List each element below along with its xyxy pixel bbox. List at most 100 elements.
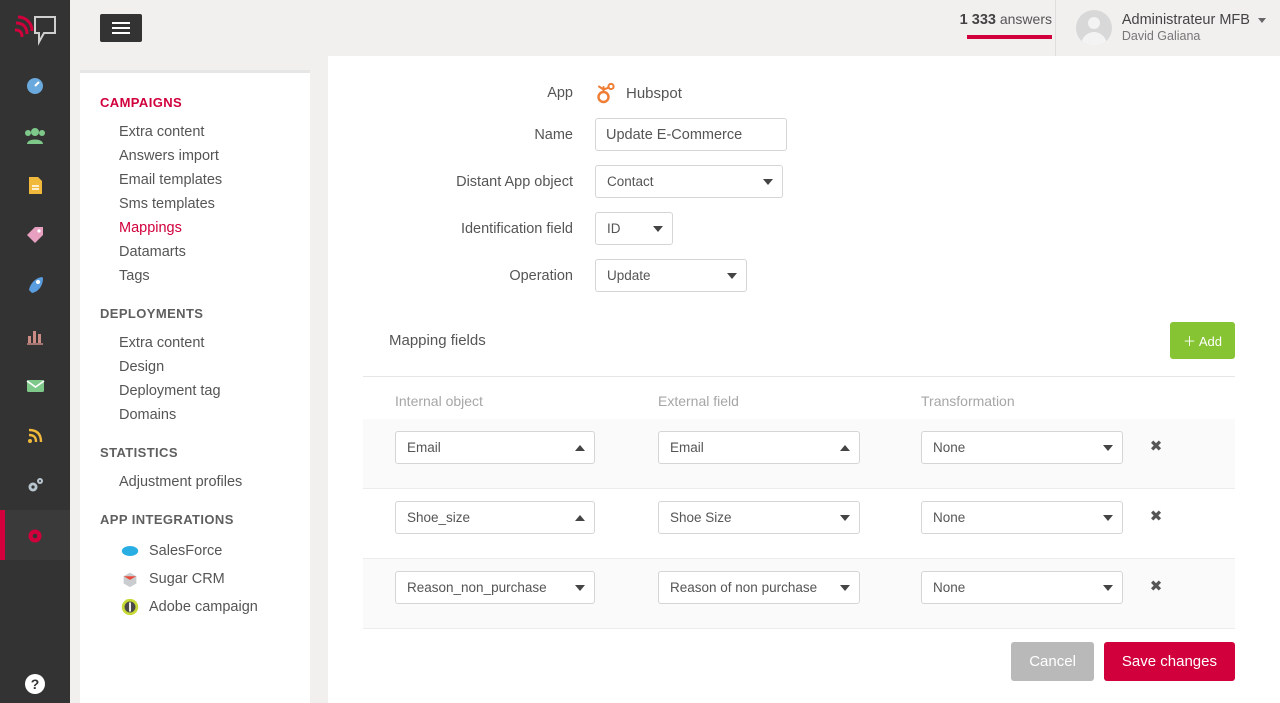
- rail-item-statistics[interactable]: [0, 310, 70, 360]
- close-x-icon: ✖: [1149, 438, 1163, 455]
- nav-item-mappings[interactable]: Mappings: [80, 216, 310, 240]
- nav-item-adjustment-profiles[interactable]: Adjustment profiles: [80, 470, 310, 494]
- remove-mapping-row-button[interactable]: ✖: [1126, 571, 1186, 595]
- mapping-row: Shoe_size Shoe Size None ✖: [363, 489, 1235, 559]
- field-row-operation: Operation Update: [363, 259, 1235, 292]
- user-subtitle: David Galiana: [1121, 29, 1201, 44]
- chevron-down-icon: [1103, 584, 1113, 591]
- nav-group: APP INTEGRATIONS SalesForce Sugar CRM Adobe…: [80, 512, 310, 621]
- hamburger-icon: [112, 27, 130, 29]
- nav-item-extra-content[interactable]: Extra content: [80, 120, 310, 144]
- nav-item-sms-templates[interactable]: Sms templates: [80, 192, 310, 216]
- rail-item-dashboard[interactable]: [0, 60, 70, 110]
- name-input[interactable]: [595, 118, 787, 151]
- chevron-down-icon: [840, 584, 850, 591]
- nav-item-domains[interactable]: Domains: [80, 403, 310, 427]
- tags-icon: [27, 227, 43, 243]
- field-row-name: Name: [363, 118, 1235, 151]
- document-icon: [29, 177, 42, 194]
- mapping-fields-title: Mapping fields: [389, 332, 486, 349]
- distant-app-object-value: Contact: [607, 174, 654, 189]
- mapping-cell-internal-object: Shoe_size: [395, 501, 658, 534]
- identification-field-select[interactable]: ID: [595, 212, 673, 245]
- people-group-icon: [25, 128, 45, 144]
- help-button[interactable]: ?: [0, 673, 70, 695]
- transformation-value: None: [933, 510, 966, 525]
- field-row-distant-app-object: Distant App object Contact: [363, 165, 1235, 198]
- remove-mapping-row-button[interactable]: ✖: [1126, 431, 1186, 455]
- nav-item-deployment-tag[interactable]: Deployment tag: [80, 379, 310, 403]
- rail-item-contacts[interactable]: [0, 110, 70, 160]
- internal-object-select[interactable]: Shoe_size: [395, 501, 595, 534]
- chevron-down-icon: [1103, 444, 1113, 451]
- save-changes-button[interactable]: Save changes: [1103, 642, 1235, 681]
- chevron-down-icon: [727, 272, 737, 279]
- rail-item-documents[interactable]: [0, 160, 70, 210]
- column-header-internal-object: Internal object: [395, 393, 483, 409]
- add-mapping-field-button[interactable]: ＋ Add: [1169, 322, 1235, 359]
- nav-item-tags[interactable]: Tags: [80, 264, 310, 288]
- remove-mapping-row-button[interactable]: ✖: [1126, 501, 1186, 525]
- avatar: [1075, 10, 1112, 46]
- operation-label: Operation: [509, 267, 573, 284]
- app-value: Hubspot: [626, 84, 682, 102]
- chevron-down-icon: [840, 514, 850, 521]
- rail-item-feed[interactable]: [0, 410, 70, 460]
- app-logo[interactable]: [0, 0, 70, 60]
- mapping-cell-internal-object: Email: [395, 431, 658, 464]
- user-menu[interactable]: Administrateur MFB David Galiana: [1054, 0, 1266, 56]
- chevron-down-icon: [763, 178, 773, 185]
- operation-select[interactable]: Update: [595, 259, 747, 292]
- mapping-cell-transformation: None: [921, 431, 1126, 464]
- nav-item-sugar-crm[interactable]: Sugar CRM: [80, 565, 310, 593]
- chevron-down-icon: [575, 584, 585, 591]
- external-field-select[interactable]: Email: [658, 431, 860, 464]
- internal-object-select[interactable]: Reason_non_purchase: [395, 571, 595, 604]
- rail-item-campaigns[interactable]: [0, 260, 70, 310]
- internal-object-value: Shoe_size: [407, 510, 471, 525]
- gears-icon: [28, 478, 43, 492]
- svg-text:?: ?: [31, 676, 40, 692]
- rss-icon: [28, 428, 43, 443]
- mapping-table-body: Email Email None ✖ Shoe_size Shoe Size None ✖ Re…: [363, 419, 1235, 629]
- nav-item-adobe-campaign[interactable]: Adobe campaign: [80, 593, 310, 621]
- external-field-select[interactable]: Reason of non purchase: [658, 571, 860, 604]
- external-field-value: Reason of non purchase: [670, 580, 818, 595]
- nav-section-title: STATISTICS: [100, 445, 178, 460]
- nav-item-design[interactable]: Design: [80, 355, 310, 379]
- transformation-select[interactable]: None: [921, 501, 1123, 534]
- nav-item-salesforce[interactable]: SalesForce: [80, 537, 310, 565]
- rail-item-tags[interactable]: [0, 210, 70, 260]
- mapping-row: Reason_non_purchase Reason of non purchas…: [363, 559, 1235, 629]
- transformation-select[interactable]: None: [921, 571, 1123, 604]
- rail-item-email[interactable]: [0, 360, 70, 410]
- rail-item-admin[interactable]: [0, 510, 70, 560]
- internal-object-select[interactable]: Email: [395, 431, 595, 464]
- nav-item-answers-import[interactable]: Answers import: [80, 144, 310, 168]
- menu-toggle-button[interactable]: [100, 14, 142, 42]
- distant-app-object-label: Distant App object: [456, 173, 573, 190]
- nav-item-datamarts[interactable]: Datamarts: [80, 240, 310, 264]
- transformation-value: None: [933, 580, 966, 595]
- mapping-cell-transformation: None: [921, 571, 1126, 604]
- name-label: Name: [534, 126, 573, 143]
- nav-item-label: Adobe campaign: [149, 599, 258, 615]
- answers-progress-bar: [967, 35, 1052, 39]
- chevron-up-icon: [575, 514, 585, 521]
- nav-item-email-templates[interactable]: Email templates: [80, 168, 310, 192]
- mapping-cell-external-field: Email: [658, 431, 921, 464]
- transformation-value: None: [933, 440, 966, 455]
- nav-section-title: DEPLOYMENTS: [100, 306, 204, 321]
- identification-field-label: Identification field: [460, 220, 573, 237]
- internal-object-value: Email: [407, 440, 441, 455]
- chevron-down-icon: [1103, 514, 1113, 521]
- column-header-external-field: External field: [658, 393, 739, 409]
- external-field-select[interactable]: Shoe Size: [658, 501, 860, 534]
- cancel-button[interactable]: Cancel: [1011, 642, 1094, 681]
- rail-item-settings[interactable]: [0, 460, 70, 510]
- distant-app-object-select[interactable]: Contact: [595, 165, 783, 198]
- user-avatar-icon: [1080, 17, 1107, 46]
- mapping-cell-transformation: None: [921, 501, 1126, 534]
- transformation-select[interactable]: None: [921, 431, 1123, 464]
- nav-item-extra-content[interactable]: Extra content: [80, 331, 310, 355]
